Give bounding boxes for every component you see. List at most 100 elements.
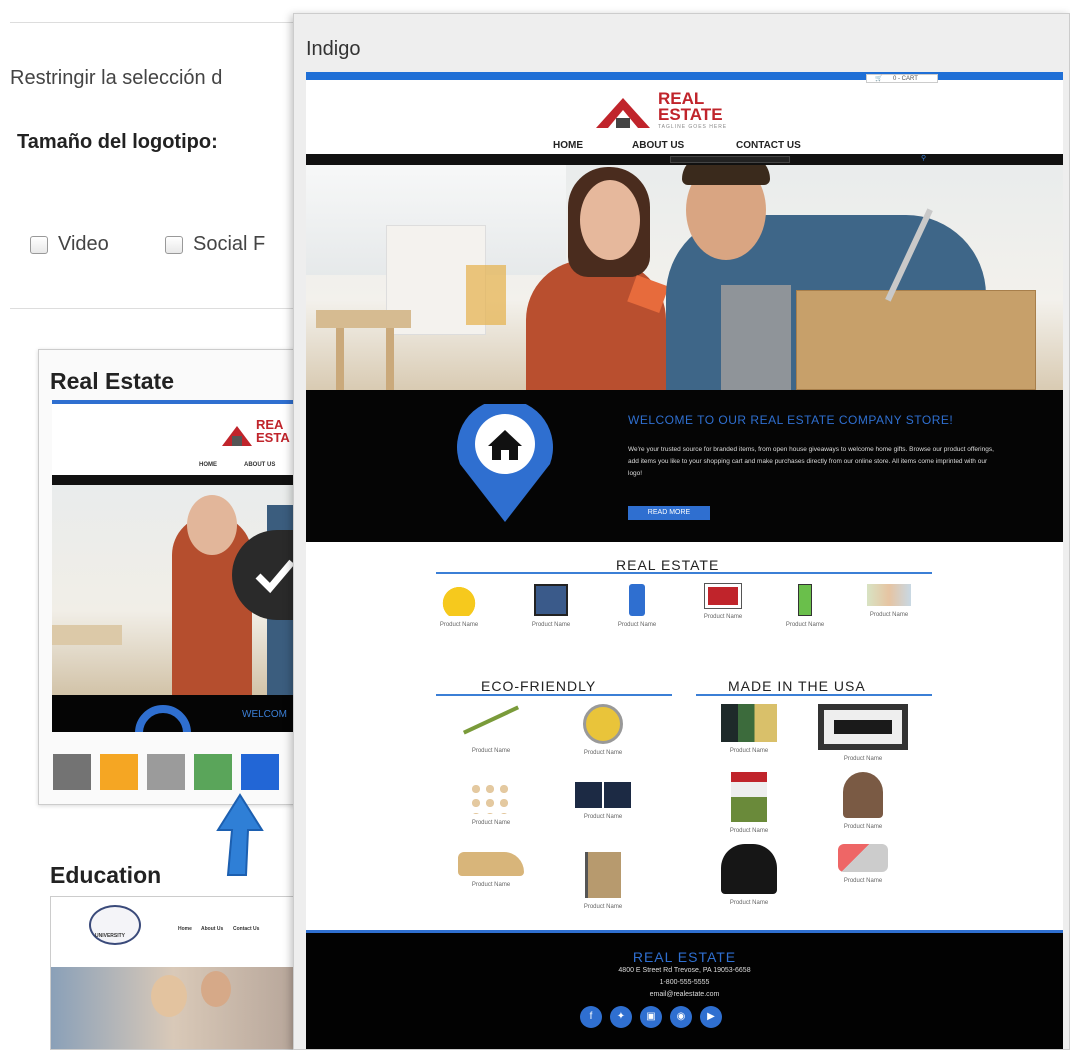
wood-keychains-image xyxy=(469,782,513,814)
product-label: Product Name xyxy=(583,904,623,910)
welcome-section: WELCOME TO OUR REAL ESTATE COMPANY STORE… xyxy=(306,390,1063,542)
education-person-head-2 xyxy=(201,971,231,1007)
pinterest-icon[interactable]: ◉ xyxy=(670,1006,692,1028)
product-bamboo-stand[interactable]: Product Name xyxy=(456,852,526,888)
section-made-in-usa-title: MADE IN THE USA xyxy=(728,678,866,694)
footer-title: REAL ESTATE xyxy=(632,949,737,965)
product-label: Product Name xyxy=(785,622,825,628)
product-tote-bags[interactable]: Product Name xyxy=(568,782,638,820)
product-label: Product Name xyxy=(703,614,743,620)
product-label: Product Name xyxy=(583,814,623,820)
education-person-head xyxy=(151,975,187,1017)
twitter-icon[interactable]: ✦ xyxy=(610,1006,632,1028)
welcome-title: WELCOME TO OUR REAL ESTATE COMPANY STORE… xyxy=(628,413,954,427)
template-card-education[interactable]: UNIVERSITY Home About Us Contact Us xyxy=(50,896,295,1050)
education-logo-text: UNIVERSITY xyxy=(95,933,126,939)
product-scraper[interactable]: Product Name xyxy=(828,844,898,884)
product-label: Product Name xyxy=(583,750,623,756)
preview-pin-icon xyxy=(135,705,191,732)
footer-email: email@realestate.com xyxy=(649,991,720,998)
site-topbar xyxy=(306,72,1063,80)
nav-home[interactable]: HOME xyxy=(553,140,583,151)
jacket-image xyxy=(721,844,777,894)
checkbox-video[interactable]: Video xyxy=(30,233,109,256)
jars-image xyxy=(721,704,777,742)
color-swatch-green[interactable] xyxy=(194,754,232,790)
instagram-icon[interactable]: ▣ xyxy=(640,1006,662,1028)
product-duck[interactable]: Product Name xyxy=(424,584,494,628)
checkbox-social[interactable]: Social F xyxy=(165,233,265,256)
product-frame[interactable]: Product Name xyxy=(818,704,908,762)
sign-image xyxy=(704,583,742,609)
preview-nav-home: HOME xyxy=(199,462,217,468)
template-card-real-estate[interactable]: Real Estate REA ESTA HOME ABOUT US WELCO… xyxy=(38,349,312,805)
section-eco-friendly-title: ECO-FRIENDLY xyxy=(481,678,597,694)
scraper-image xyxy=(838,844,888,872)
product-wood-keychains[interactable]: Product Name xyxy=(456,782,526,826)
product-label: Product Name xyxy=(843,824,883,830)
checkbox-social-box[interactable] xyxy=(165,235,183,254)
product-calculator[interactable]: Product Name xyxy=(516,584,586,628)
product-apron[interactable]: Product Name xyxy=(828,772,898,830)
product-candle-tin[interactable]: Product Name xyxy=(568,704,638,756)
product-sign[interactable]: Product Name xyxy=(688,583,758,620)
color-swatch-gray[interactable] xyxy=(147,754,185,790)
site-logo[interactable]: REAL ESTATE TAGLINE GOES HERE xyxy=(594,90,774,132)
popup-title: Indigo xyxy=(306,38,361,60)
hero-man-hair xyxy=(682,165,770,185)
duck-image xyxy=(437,584,481,616)
product-jars[interactable]: Product Name xyxy=(714,704,784,754)
template-title-education: Education xyxy=(50,862,162,888)
site-search-input[interactable] xyxy=(670,156,790,163)
footer-address: 4800 E Street Rd Trevose, PA 19053-6658 xyxy=(618,967,751,974)
logo-tagline: TAGLINE GOES HERE xyxy=(658,124,728,130)
education-logo-icon: UNIVERSITY xyxy=(89,905,141,945)
site-cart[interactable]: 🛒 0 - CART xyxy=(866,74,938,83)
preview-welcome-text: WELCOM xyxy=(242,709,287,720)
template-title: Real Estate xyxy=(50,368,175,394)
product-label: Product Name xyxy=(843,878,883,884)
product-label: Product Name xyxy=(729,748,769,754)
color-swatch-dark-gray[interactable] xyxy=(53,754,91,790)
hero-woman-face xyxy=(580,180,640,260)
nav-about-us[interactable]: ABOUT US xyxy=(632,140,684,151)
preview-woman-head xyxy=(187,495,237,555)
section-real-estate-title: REAL ESTATE xyxy=(616,557,720,573)
product-label: Product Name xyxy=(617,622,657,628)
preview-black-strip xyxy=(52,475,297,485)
facebook-icon[interactable]: f xyxy=(580,1006,602,1028)
preview-topbar xyxy=(52,400,297,404)
checkbox-video-box[interactable] xyxy=(30,235,48,254)
color-swatch-orange[interactable] xyxy=(100,754,138,790)
search-icon[interactable]: ⚲ xyxy=(921,154,926,162)
logo-size-label: Tamaño del logotipo: xyxy=(17,131,218,153)
product-map-kit[interactable]: Product Name xyxy=(854,584,924,618)
product-keychain[interactable]: Product Name xyxy=(602,584,672,628)
color-swatch-blue[interactable] xyxy=(241,754,279,790)
section-usa-underline xyxy=(696,694,932,696)
education-nav-home: Home xyxy=(178,926,192,932)
frame-image xyxy=(818,704,908,750)
arrow-pointer-icon xyxy=(216,793,264,876)
product-notebook[interactable]: Product Name xyxy=(568,852,638,910)
read-more-button[interactable]: READ MORE xyxy=(628,506,710,520)
product-pen[interactable]: Product Name xyxy=(456,704,526,754)
template-preview-popup: Indigo 🛒 0 - CART REAL ESTATE TAGLINE GO… xyxy=(293,13,1070,1050)
product-label: Product Name xyxy=(843,756,883,762)
divider-middle xyxy=(10,308,300,309)
map-kit-image xyxy=(867,584,911,606)
product-phone-stand[interactable]: Product Name xyxy=(770,584,840,628)
product-label: Product Name xyxy=(471,748,511,754)
youtube-icon[interactable]: ▶ xyxy=(700,1006,722,1028)
candle-tin-image xyxy=(583,704,623,744)
site-info-strip: ⚲ xyxy=(306,154,1063,165)
hero-box xyxy=(796,290,1036,390)
house-logo-icon xyxy=(594,90,652,130)
product-snack-bag[interactable]: Product Name xyxy=(714,772,784,834)
site-footer: REAL ESTATE 4800 E Street Rd Trevose, PA… xyxy=(306,930,1063,1049)
nav-contact-us[interactable]: CONTACT US xyxy=(736,140,801,151)
checkbox-social-label: Social F xyxy=(193,233,266,255)
product-jacket[interactable]: Product Name xyxy=(714,844,784,906)
house-logo-icon xyxy=(222,426,252,446)
product-label: Product Name xyxy=(531,622,571,628)
